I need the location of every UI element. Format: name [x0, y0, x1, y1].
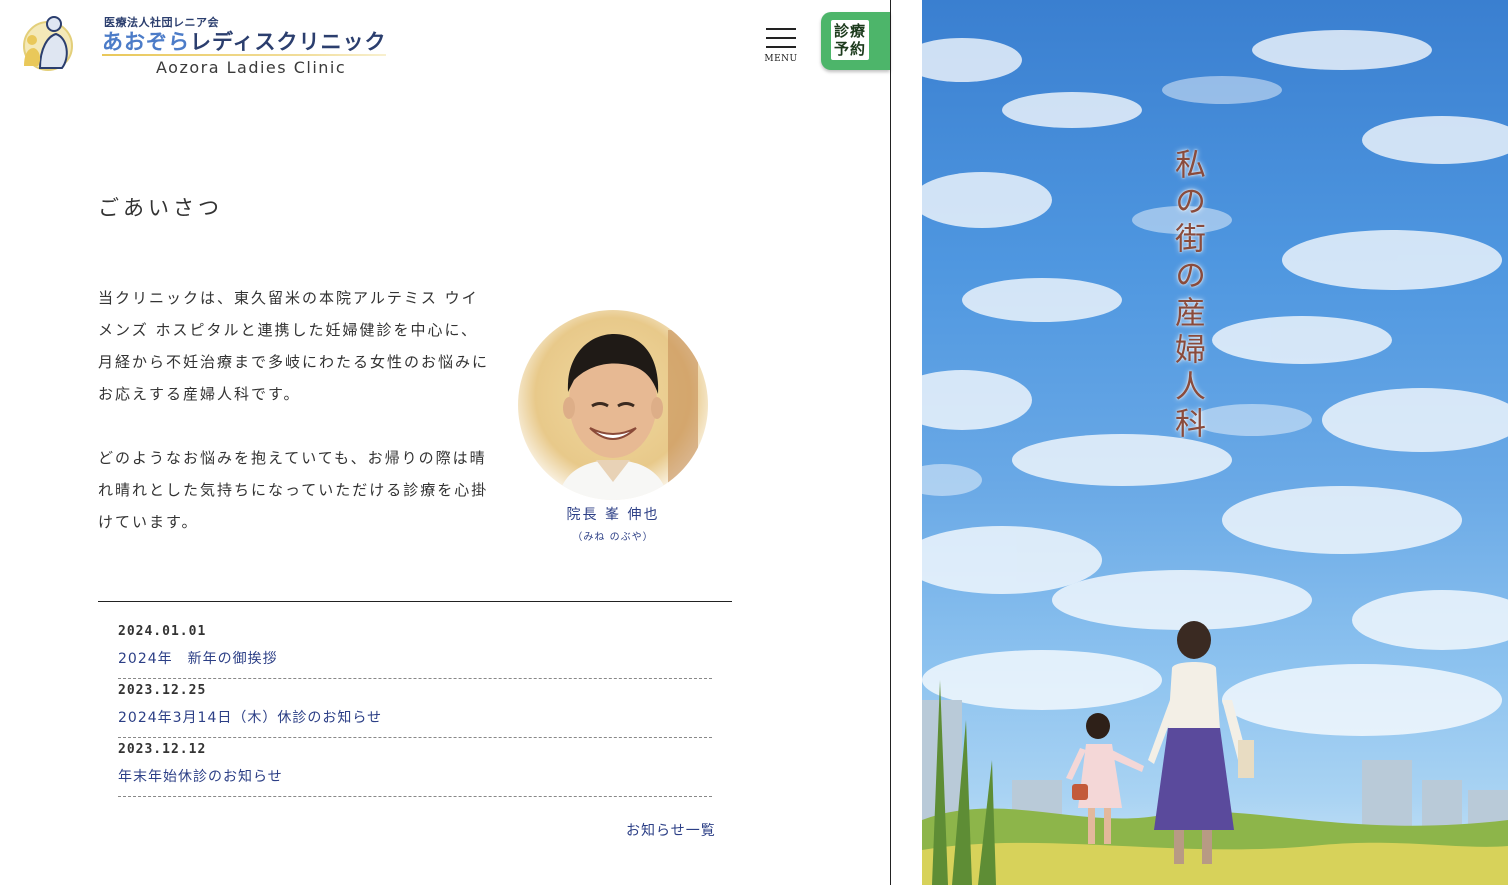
hero-illustration — [922, 30, 1508, 885]
news-date: 2023.12.12 — [118, 742, 207, 757]
hamburger-icon-bar-top — [766, 28, 796, 30]
director-name: 院長 峯 伸也 — [566, 507, 660, 523]
reservation-label-line2: 予約 — [833, 40, 866, 58]
hero-tagline: 私の街の産婦人科 — [1169, 148, 1205, 444]
clinic-logo[interactable]: 医療法人社団レニア会 あおぞらレディスクリニック Aozora Ladies C… — [18, 6, 386, 77]
logo-underline — [102, 54, 386, 56]
news-title-link[interactable]: 年末年始休診のお知らせ — [118, 766, 283, 786]
director-portrait — [518, 310, 708, 500]
clinic-name: あおぞらレディスクリニック — [102, 26, 387, 56]
hamburger-icon-bar-bottom — [766, 46, 796, 48]
news-title-link[interactable]: 2024年3月14日（木）休診のお知らせ — [118, 707, 382, 727]
greeting-title: ごあいさつ — [98, 196, 223, 220]
clinic-logo-mark-icon — [23, 16, 73, 71]
hamburger-icon-bar-middle — [766, 37, 796, 39]
clinic-name-en: Aozora Ladies Clinic — [156, 58, 347, 77]
news-divider — [98, 601, 732, 602]
greeting-body: 当クリニックは、東久留米の本院アルテミス ウイメンズ ホスピタルと連携した妊婦健… — [98, 282, 494, 570]
clinic-name-hira: あおぞら — [102, 30, 190, 54]
greeting-paragraph: 当クリニックは、東久留米の本院アルテミス ウイメンズ ホスピタルと連携した妊婦健… — [98, 289, 490, 403]
director-name-reading: （みね のぶや） — [572, 532, 654, 543]
reservation-button[interactable]: 診療 予約 — [821, 12, 890, 70]
clinic-name-kata: レディスクリニック — [190, 30, 387, 54]
reservation-label-line1: 診療 — [833, 22, 866, 40]
news-list: 2024.01.01 2024年 新年の御挨拶 2023.12.25 2024年… — [118, 620, 712, 797]
news-item[interactable]: 2024.01.01 2024年 新年の御挨拶 — [118, 620, 712, 679]
director-photo — [558, 330, 698, 500]
left-panel: 医療法人社団レニア会 あおぞらレディスクリニック Aozora Ladies C… — [0, 0, 891, 885]
news-all-link[interactable]: お知らせ一覧 — [626, 820, 716, 840]
news-item[interactable]: 2023.12.12 年末年始休診のお知らせ — [118, 738, 712, 797]
news-item[interactable]: 2023.12.25 2024年3月14日（木）休診のお知らせ — [118, 679, 712, 738]
news-title-link[interactable]: 2024年 新年の御挨拶 — [118, 648, 278, 668]
menu-label: MENU — [764, 54, 798, 64]
menu-button[interactable]: MENU — [762, 24, 800, 68]
news-date: 2023.12.25 — [118, 683, 207, 698]
news-date: 2024.01.01 — [118, 624, 207, 639]
reservation-label-box: 診療 予約 — [831, 20, 869, 60]
greeting-paragraph: どのようなお悩みを抱えていても、お帰りの際は晴れ晴れとした気持ちになっていただけ… — [98, 449, 489, 531]
hero-panel: 私の街の産婦人科 — [922, 0, 1508, 885]
